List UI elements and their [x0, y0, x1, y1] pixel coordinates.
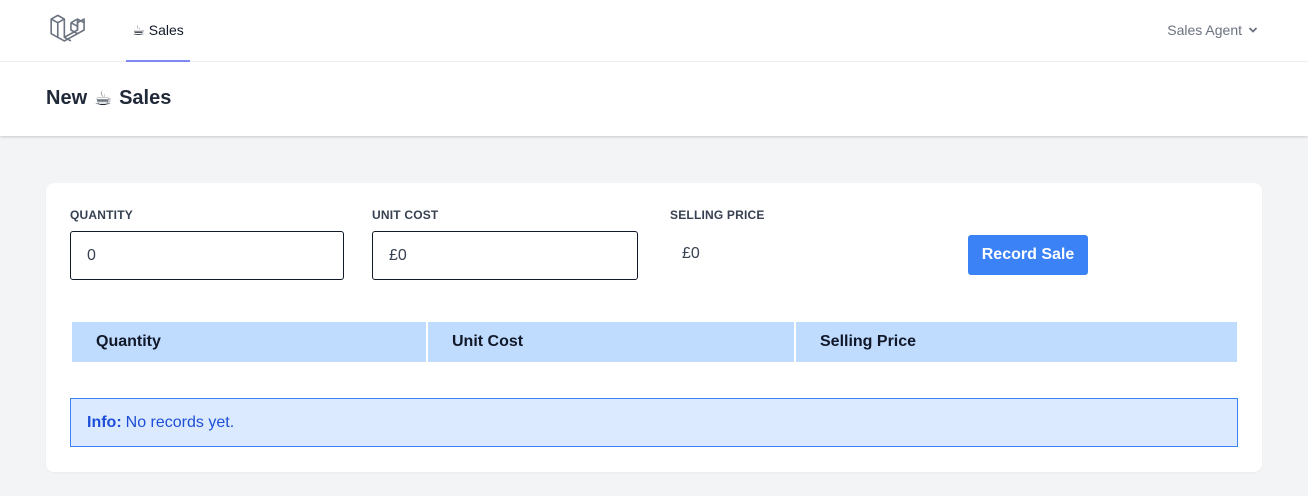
unit-cost-input[interactable]: £0: [372, 231, 638, 280]
coffee-icon: ☕: [94, 88, 113, 110]
user-menu-dropdown[interactable]: Sales Agent: [1167, 0, 1258, 60]
column-header-unit-cost: Unit Cost: [428, 322, 794, 362]
column-header-selling-price: Selling Price: [796, 322, 1237, 362]
info-alert: Info: No records yet.: [70, 398, 1238, 447]
quantity-value: 0: [87, 246, 96, 264]
selling-price-label: SELLING PRICE: [670, 208, 765, 222]
selling-price-value: £0: [682, 245, 700, 262]
record-sale-button[interactable]: Record Sale: [968, 235, 1088, 275]
laravel-logo-icon[interactable]: [48, 11, 88, 49]
quantity-input[interactable]: 0: [70, 231, 344, 280]
sales-form-card: QUANTITY 0 UNIT COST £0 SELLING PRICE £0…: [46, 183, 1262, 472]
info-alert-message: No records yet.: [125, 413, 235, 431]
chevron-down-icon: [1248, 27, 1258, 33]
user-name: Sales Agent: [1167, 22, 1242, 38]
top-navigation: ☕ Sales Sales Agent: [0, 0, 1308, 62]
unit-cost-value: £0: [389, 246, 407, 264]
coffee-icon: ☕: [132, 21, 145, 38]
page-title: New ☕ Sales: [46, 86, 171, 111]
page-title-suffix: Sales: [119, 87, 172, 109]
info-alert-label: Info:: [87, 413, 122, 431]
page-header: New ☕ Sales: [0, 62, 1308, 136]
nav-link-sales[interactable]: ☕ Sales: [126, 0, 190, 62]
nav-link-sales-label: Sales: [148, 22, 184, 38]
sales-table-header: Quantity Unit Cost Selling Price: [72, 322, 1237, 362]
page-title-prefix: New: [46, 87, 88, 109]
column-header-quantity: Quantity: [72, 322, 426, 362]
quantity-label: QUANTITY: [70, 208, 133, 222]
unit-cost-label: UNIT COST: [372, 208, 439, 222]
